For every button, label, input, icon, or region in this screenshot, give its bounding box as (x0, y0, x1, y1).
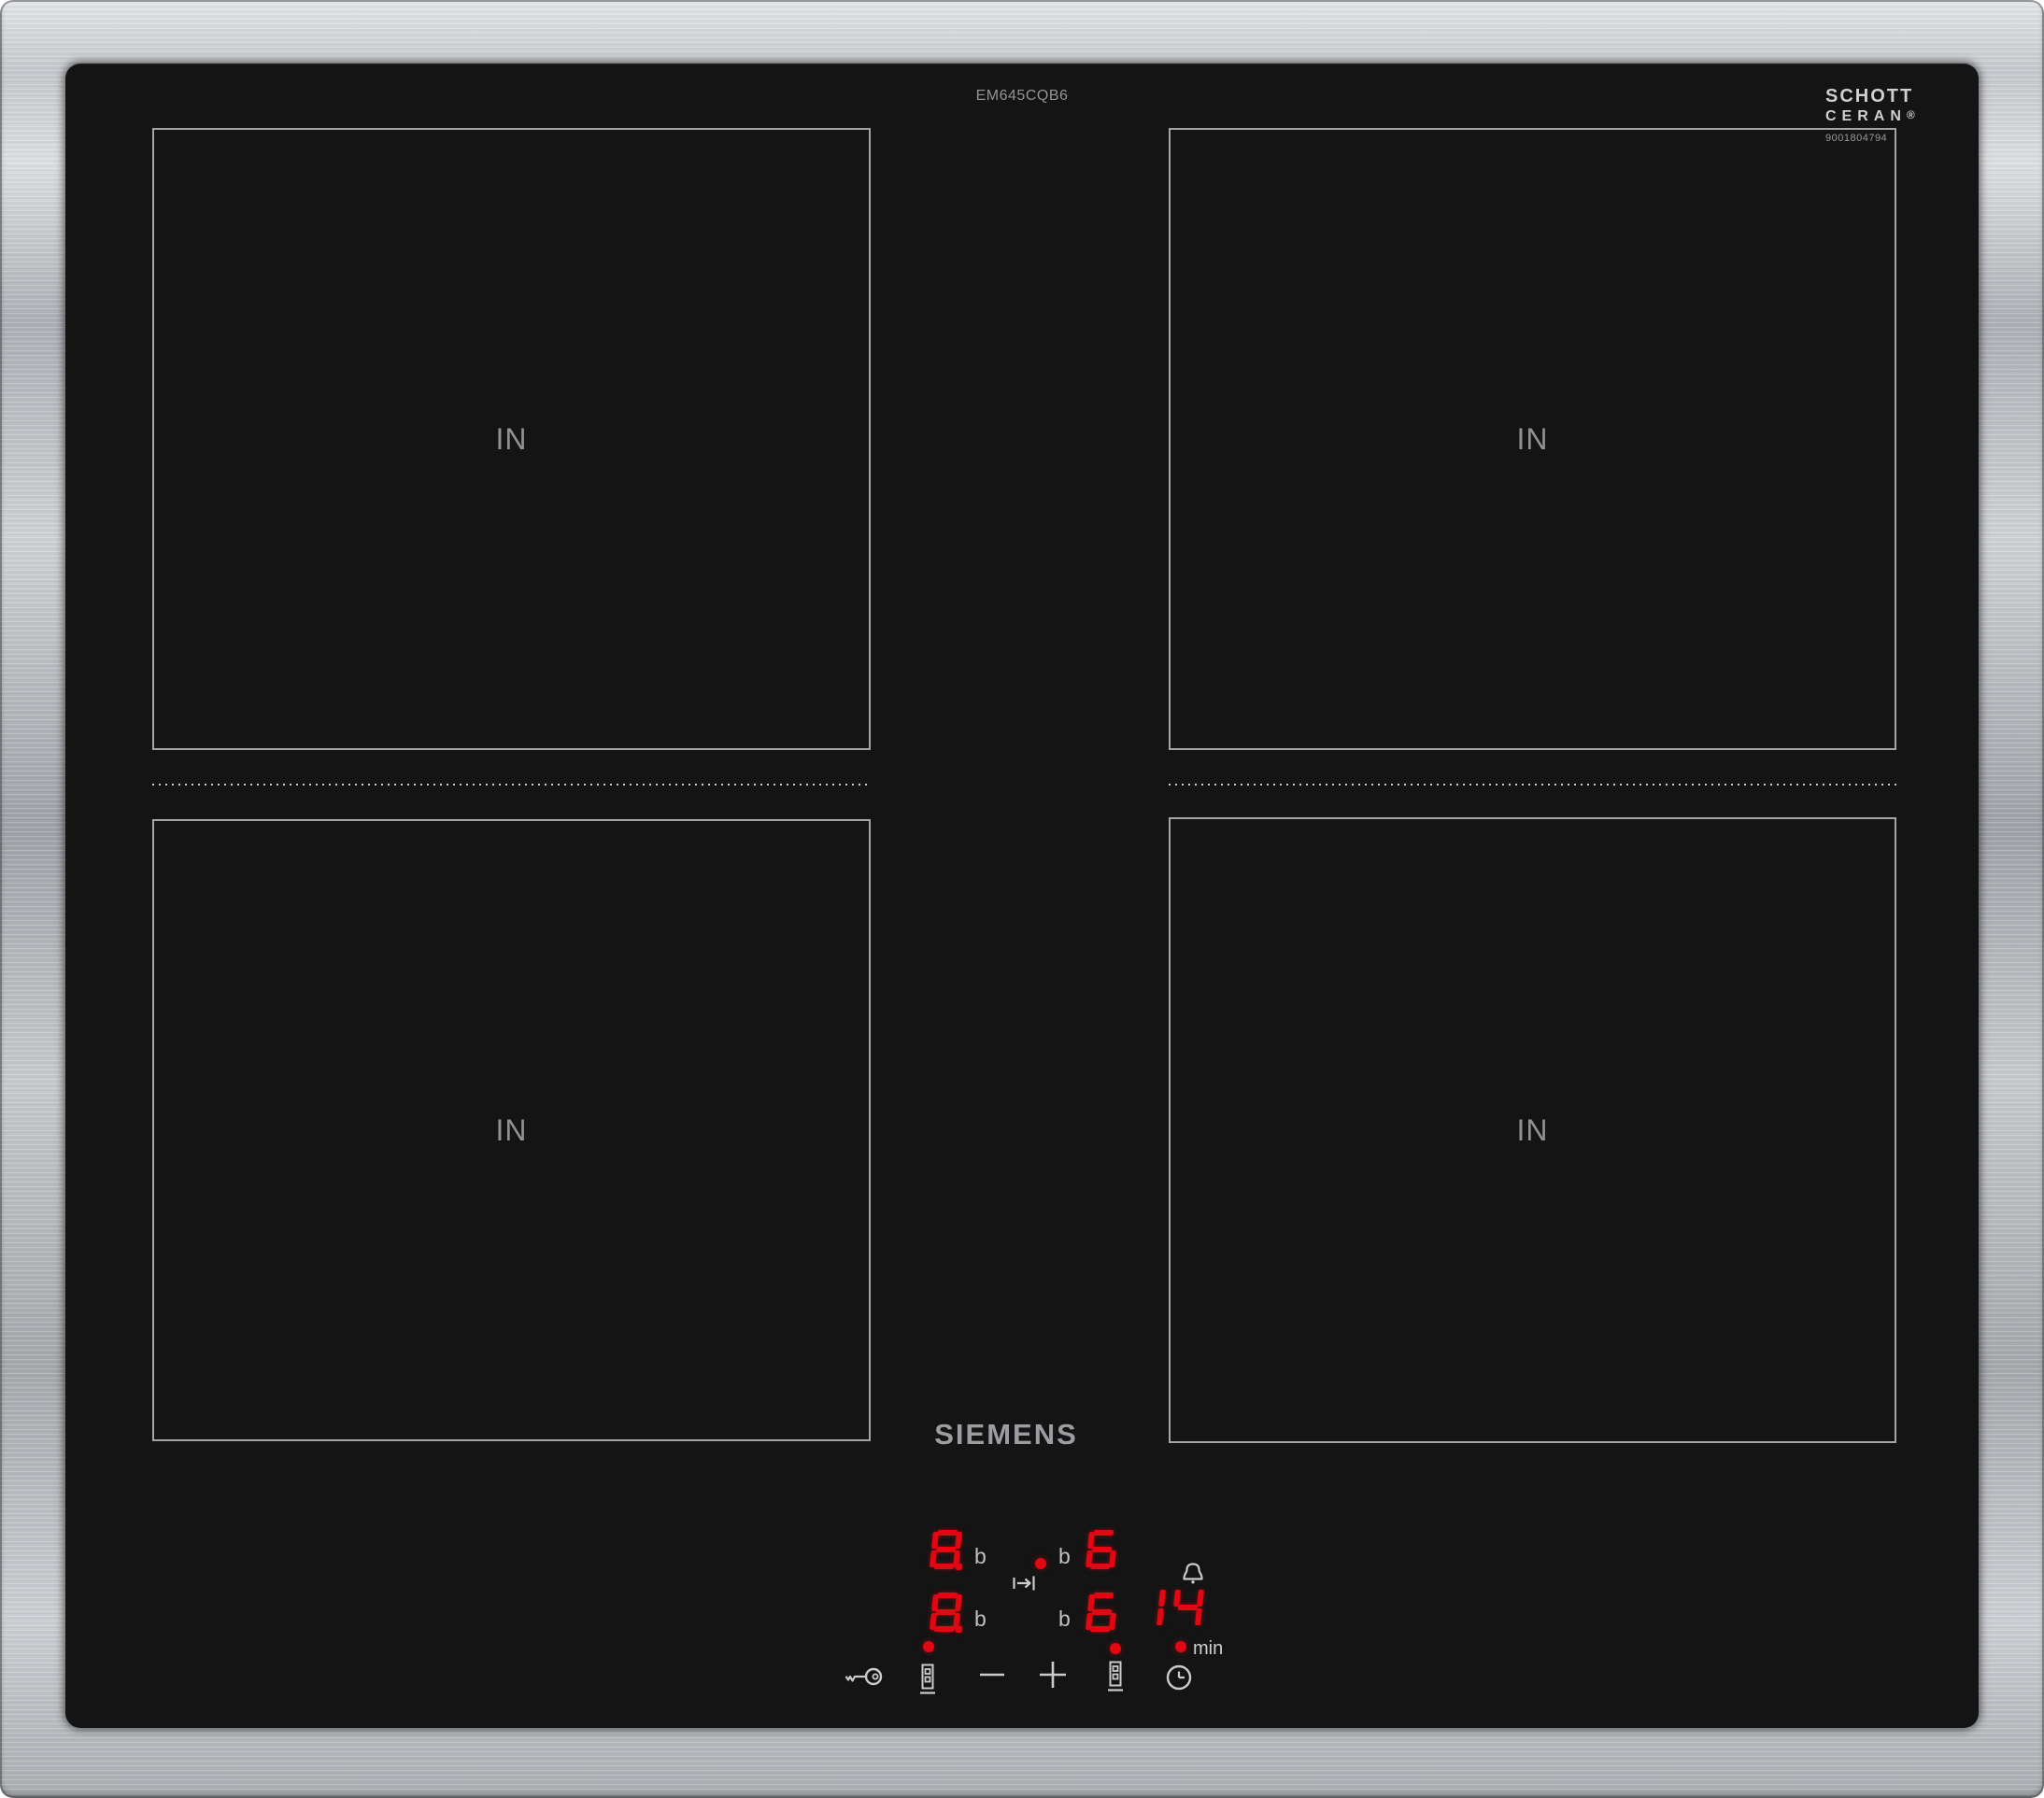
power-slider-right-icon[interactable] (1106, 1661, 1125, 1692)
induction-indicator: IN (495, 421, 528, 456)
segment-c (1195, 1608, 1202, 1625)
child-lock-key-icon[interactable] (845, 1666, 884, 1687)
segment-b (955, 1594, 962, 1611)
combi-zone-separator-left (152, 784, 871, 786)
segment-g (935, 1547, 957, 1552)
segment-g (1177, 1605, 1199, 1610)
model-number: EM645CQB6 (975, 88, 1069, 104)
power-display-left-rear (930, 1530, 963, 1570)
slider-active-dot-left (923, 1641, 934, 1652)
segment-d (933, 1564, 955, 1569)
timer-display-digit-2 (1171, 1588, 1204, 1627)
zone-select-dot-center (1035, 1558, 1046, 1569)
segment-d (1089, 1564, 1111, 1569)
induction-indicator: IN (1516, 1112, 1549, 1147)
cooking-zone-front-right: IN (1169, 817, 1896, 1443)
segment-b (1197, 1590, 1204, 1607)
boost-letter: b (974, 1544, 987, 1568)
boost-letter: b (1058, 1607, 1071, 1631)
siemens-logo: SIEMENS (934, 1418, 1078, 1451)
segment-g (1091, 1547, 1113, 1552)
registered-mark: ® (1906, 108, 1915, 121)
segment-b (1158, 1590, 1166, 1607)
cooking-zone-rear-right: IN (1169, 128, 1896, 750)
product-photo: EM645CQB6 SCHOTT CERAN® 9001804794 IN IN… (0, 0, 2044, 1798)
timer-clock-button[interactable] (1166, 1664, 1192, 1691)
plus-button[interactable] (1039, 1661, 1067, 1689)
timer-display-digit-1 (1133, 1588, 1166, 1627)
power-display-right-front (1086, 1593, 1118, 1632)
minutes-label: min (1193, 1638, 1224, 1659)
cooking-zone-rear-left: IN (152, 128, 871, 750)
segment-d (933, 1626, 955, 1632)
timer-transfer-icon (1012, 1574, 1036, 1593)
schott-ceran-logo: SCHOTT CERAN® (1825, 86, 1975, 125)
segment-a (937, 1530, 958, 1536)
schott-ceran-logo-line1: SCHOTT (1825, 86, 1914, 106)
power-display-left-front (930, 1593, 963, 1633)
segment-d (1089, 1626, 1111, 1632)
alarm-bell-icon (1179, 1561, 1207, 1585)
segment-g (1091, 1609, 1113, 1615)
control-panel: b b b b min (841, 1521, 1252, 1721)
induction-indicator: IN (1516, 421, 1549, 456)
segment-g (935, 1609, 957, 1615)
boost-letter: b (1058, 1544, 1071, 1568)
slider-active-dot-right (1110, 1643, 1121, 1654)
power-slider-left-icon[interactable] (918, 1664, 937, 1695)
combi-zone-separator-right (1169, 784, 1896, 786)
ceramic-glass-surface: EM645CQB6 SCHOTT CERAN® 9001804794 IN IN… (65, 64, 1979, 1728)
segment-c (1157, 1608, 1164, 1625)
segment-a (937, 1593, 958, 1598)
segment-a (1093, 1530, 1114, 1536)
power-display-right-rear (1086, 1530, 1118, 1569)
segment-b (955, 1532, 962, 1549)
segment-a (1093, 1593, 1114, 1598)
schott-ceran-logo-line2: CERAN® (1825, 108, 1915, 124)
induction-indicator: IN (495, 1112, 528, 1147)
timer-min-dot (1175, 1641, 1186, 1652)
cooking-zone-front-left: IN (152, 819, 871, 1441)
boost-letter: b (974, 1607, 987, 1631)
minus-button[interactable] (979, 1667, 1005, 1682)
